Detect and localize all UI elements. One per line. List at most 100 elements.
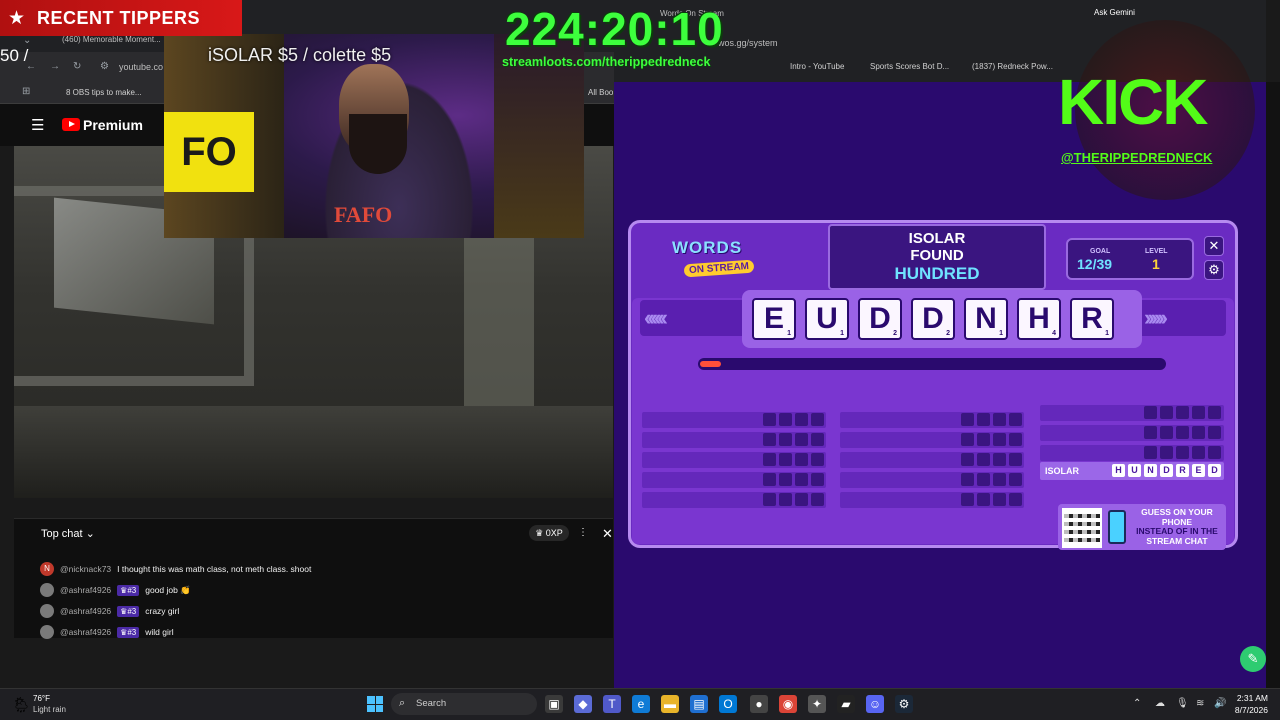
avatar: [40, 583, 54, 597]
found-label: FOUND: [910, 247, 964, 264]
apps-icon[interactable]: ⊞: [22, 86, 30, 97]
answer-slot: [1208, 426, 1221, 439]
youtube-logo-icon[interactable]: [62, 118, 80, 131]
answer-slot: [795, 473, 808, 486]
mic-icon[interactable]: 🎙: [1176, 698, 1189, 709]
chevron-down-icon[interactable]: ⌄: [23, 35, 31, 46]
network-icon[interactable]: ☁: [1155, 698, 1165, 709]
clock-date[interactable]: 8/7/2026: [1230, 705, 1268, 715]
qr-code-icon[interactable]: [1062, 508, 1102, 548]
start-button[interactable]: [367, 696, 383, 712]
close-icon[interactable]: ✕: [602, 526, 613, 542]
answer-slot: [993, 473, 1006, 486]
browser-tab[interactable]: (460) Memorable Moment...: [62, 35, 161, 44]
reload-icon[interactable]: ↻: [73, 61, 81, 72]
xp-badge[interactable]: ♛ 0XP: [529, 525, 569, 541]
outlook-icon[interactable]: O: [719, 695, 737, 713]
volume-icon[interactable]: 🔊: [1214, 698, 1226, 709]
chrome-icon[interactable]: ◉: [779, 695, 797, 713]
address-input[interactable]: youtube.co: [119, 62, 163, 72]
terminal-icon[interactable]: ▰: [837, 695, 855, 713]
clock-time[interactable]: 2:31 AM: [1234, 693, 1268, 703]
app-icon[interactable]: ✦: [808, 695, 826, 713]
chat-mode-select[interactable]: Top chat ⌄: [41, 527, 95, 540]
webcam-shirt-text: FAFO: [334, 202, 393, 227]
kick-handle: @THERIPPEDREDNECK: [1061, 150, 1213, 165]
bookmark-item[interactable]: Intro - YouTube: [790, 62, 844, 71]
answer-slot: [1144, 426, 1157, 439]
more-icon[interactable]: ⋮: [578, 527, 588, 538]
answer-slot: [1144, 406, 1157, 419]
answer-slot: [763, 433, 776, 446]
answer-slot: [961, 493, 974, 506]
bookmark-item[interactable]: 8 OBS tips to make...: [66, 88, 142, 97]
answer-slot: [763, 413, 776, 426]
answer-slot: [961, 453, 974, 466]
file-explorer-icon[interactable]: ▬: [661, 695, 679, 713]
weather-icon[interactable]: 🌦: [12, 696, 31, 714]
bookmark-item[interactable]: Sports Scores Bot D...: [870, 62, 949, 71]
qr-caption: GUESS ON YOUR PHONE INSTEAD OF IN THE ST…: [1136, 507, 1218, 546]
teams-icon[interactable]: T: [603, 695, 621, 713]
webcam-sign: FO: [164, 112, 254, 192]
wifi-icon[interactable]: ≋: [1196, 698, 1204, 709]
edge-icon[interactable]: e: [632, 695, 650, 713]
address-input[interactable]: wos.gg/system: [718, 38, 778, 48]
chat-bubble-icon[interactable]: ✎: [1240, 646, 1266, 672]
answer-slot: [779, 453, 792, 466]
weather-desc[interactable]: Light rain: [33, 705, 66, 714]
game-logo: WORDS: [672, 238, 743, 257]
letter-tile: R1: [1070, 298, 1114, 340]
taskbar-search[interactable]: [391, 693, 537, 715]
discord-icon[interactable]: ☺: [866, 695, 884, 713]
store-icon[interactable]: ▤: [690, 695, 708, 713]
search-icon: ⌕: [399, 697, 406, 709]
answer-slot: [977, 473, 990, 486]
chat-message: N @nicknack73 I thought this was math cl…: [40, 560, 311, 578]
answer-slot: [1208, 446, 1221, 459]
chat-username[interactable]: @ashraf4926: [60, 585, 111, 595]
goal-value: 12/39: [1077, 256, 1113, 272]
bookmark-item[interactable]: (1837) Redneck Pow...: [972, 62, 1053, 71]
youtube-brand[interactable]: Premium: [83, 117, 143, 133]
star-icon: ★: [8, 8, 26, 29]
browser-tab[interactable]: Ask Gemini: [1094, 8, 1135, 17]
obs-icon[interactable]: ●: [750, 695, 768, 713]
bookmark-all[interactable]: All Boo: [588, 88, 613, 97]
answer-slot: [779, 473, 792, 486]
forward-icon[interactable]: →: [50, 61, 60, 72]
gear-icon[interactable]: ⚙: [1204, 260, 1224, 280]
chat-username[interactable]: @ashraf4926: [60, 606, 111, 616]
phone-icon: [1108, 510, 1126, 544]
task-view-icon[interactable]: ▣: [545, 695, 563, 713]
answer-slot: [1009, 433, 1022, 446]
answer-slot: [961, 413, 974, 426]
chat-username[interactable]: @nicknack73: [60, 564, 111, 574]
answer-slot: [763, 473, 776, 486]
answer-slot: [1009, 453, 1022, 466]
site-info-icon[interactable]: ⚙: [100, 61, 109, 72]
chat-username[interactable]: @ashraf4926: [60, 627, 111, 637]
menu-icon[interactable]: ☰: [31, 116, 44, 134]
tip-ticker: iSOLAR $5 / colette $5: [208, 45, 392, 65]
search-placeholder[interactable]: Search: [416, 698, 446, 709]
close-icon[interactable]: ✕: [1204, 236, 1224, 256]
chat-text: I thought this was math class, not meth …: [117, 564, 312, 574]
answer-slot: [1160, 406, 1173, 419]
answer-slot: [977, 453, 990, 466]
steam-icon[interactable]: ⚙: [895, 695, 913, 713]
answer-slot: [1176, 426, 1189, 439]
scrollbar[interactable]: [1266, 82, 1280, 688]
chevron-up-icon[interactable]: ⌃: [1133, 698, 1141, 709]
copilot-icon[interactable]: ◆: [574, 695, 592, 713]
chevron-left-icon: ‹‹‹‹‹‹: [644, 305, 668, 330]
live-chat-panel: [14, 518, 613, 638]
avatar: [40, 625, 54, 639]
answer-slot: [811, 413, 824, 426]
chat-message: @ashraf4926 ♛#3 wild girl: [40, 623, 174, 641]
kick-logo: KICK: [1058, 66, 1208, 138]
chat-text: good job 👏: [145, 584, 191, 595]
weather-temp[interactable]: 76°F: [33, 694, 50, 703]
progress-fill: [700, 361, 721, 367]
avatar: N: [40, 562, 54, 576]
